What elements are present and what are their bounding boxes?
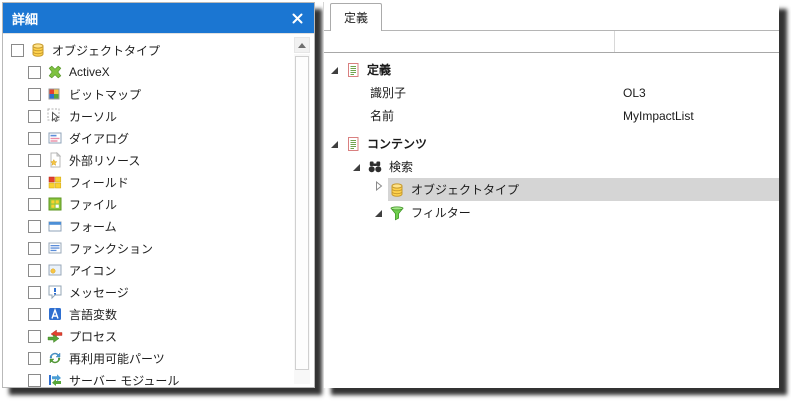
cursor-icon bbox=[47, 108, 63, 124]
list-item[interactable]: サーバー モジュール bbox=[3, 369, 290, 387]
language-variable-icon bbox=[47, 306, 63, 322]
document-icon bbox=[345, 62, 361, 78]
dialog-icon bbox=[47, 130, 63, 146]
expanded-arrow-icon[interactable] bbox=[331, 67, 338, 74]
message-icon bbox=[47, 284, 63, 300]
checkbox[interactable] bbox=[28, 307, 41, 321]
checkbox[interactable] bbox=[28, 285, 41, 299]
expanded-arrow-icon[interactable] bbox=[353, 164, 360, 171]
checkbox[interactable] bbox=[28, 263, 41, 277]
bitmap-icon bbox=[47, 86, 63, 102]
scrollbar-track[interactable] bbox=[294, 54, 310, 384]
list-item[interactable]: フォーム bbox=[3, 215, 290, 237]
file-icon bbox=[47, 196, 63, 212]
definition-panel: 定義 定義 識別子 OL3 名前 MyImpactList コンテンツ 検索 オ… bbox=[323, 2, 779, 388]
scroll-up-button[interactable] bbox=[294, 37, 310, 53]
checkbox[interactable] bbox=[28, 131, 41, 145]
list-item[interactable]: ファンクション bbox=[3, 237, 290, 259]
list-item[interactable]: アイコン bbox=[3, 259, 290, 281]
property-row[interactable]: 識別子 OL3 bbox=[324, 81, 779, 104]
details-panel-title: 詳細 bbox=[12, 11, 39, 27]
list-item[interactable]: カーソル bbox=[3, 105, 290, 127]
function-icon bbox=[47, 240, 63, 256]
list-item[interactable]: プロセス bbox=[3, 325, 290, 347]
details-panel: 詳細 オブジェクトタイプ ActiveX ビットマップ カーソル ダイアログ 外… bbox=[2, 2, 315, 388]
checkbox[interactable] bbox=[28, 329, 41, 343]
object-type-list: オブジェクトタイプ ActiveX ビットマップ カーソル ダイアログ 外部リソ… bbox=[3, 33, 314, 387]
list-item[interactable]: 言語変数 bbox=[3, 303, 290, 325]
list-item[interactable]: 外部リソース bbox=[3, 149, 290, 171]
list-item[interactable]: ダイアログ bbox=[3, 127, 290, 149]
grid-header-name-column bbox=[324, 31, 615, 52]
list-item[interactable]: フィールド bbox=[3, 171, 290, 193]
list-item[interactable]: ActiveX bbox=[3, 61, 290, 83]
list-item[interactable]: オブジェクトタイプ bbox=[3, 39, 290, 61]
expanded-arrow-icon[interactable] bbox=[331, 141, 338, 148]
grid-header bbox=[324, 31, 779, 53]
checkbox[interactable] bbox=[28, 241, 41, 255]
checkbox[interactable] bbox=[28, 351, 41, 365]
form-icon bbox=[47, 218, 63, 234]
activex-icon bbox=[47, 64, 63, 80]
database-icon bbox=[30, 42, 46, 58]
checkbox[interactable] bbox=[28, 153, 41, 167]
funnel-icon bbox=[389, 205, 405, 221]
checkbox[interactable] bbox=[28, 373, 41, 387]
tab-definition-label: 定義 bbox=[344, 11, 369, 25]
expanded-arrow-icon[interactable] bbox=[375, 210, 382, 217]
database-icon bbox=[389, 182, 405, 198]
reusable-part-icon bbox=[47, 350, 63, 366]
list-item[interactable]: メッセージ bbox=[3, 281, 290, 303]
tabstrip: 定義 bbox=[324, 2, 779, 31]
external-resource-icon bbox=[47, 152, 63, 168]
tree-row[interactable]: フィルター bbox=[324, 201, 779, 224]
close-icon[interactable] bbox=[289, 10, 305, 26]
property-row[interactable]: 名前 MyImpactList bbox=[324, 104, 779, 127]
collapsed-arrow-icon[interactable] bbox=[375, 180, 383, 194]
binoculars-icon bbox=[367, 159, 383, 175]
property-value[interactable]: MyImpactList bbox=[623, 104, 694, 127]
checkbox[interactable] bbox=[11, 43, 24, 57]
object-type-list-items: オブジェクトタイプ ActiveX ビットマップ カーソル ダイアログ 外部リソ… bbox=[3, 39, 290, 387]
tree-row[interactable]: 定義 bbox=[324, 58, 779, 81]
field-icon bbox=[47, 174, 63, 190]
process-icon bbox=[47, 328, 63, 344]
list-item[interactable]: 再利用可能パーツ bbox=[3, 347, 290, 369]
picture-icon bbox=[47, 262, 63, 278]
definition-tree: 定義 識別子 OL3 名前 MyImpactList コンテンツ 検索 オブジェ… bbox=[324, 53, 779, 388]
tree-row[interactable]: コンテンツ bbox=[324, 132, 779, 155]
workspace: 詳細 オブジェクトタイプ ActiveX ビットマップ カーソル ダイアログ 外… bbox=[0, 0, 791, 403]
checkbox[interactable] bbox=[28, 175, 41, 189]
tree-row[interactable]: オブジェクトタイプ bbox=[324, 178, 779, 201]
scrollbar-thumb[interactable] bbox=[295, 56, 309, 370]
tab-definition[interactable]: 定義 bbox=[330, 3, 383, 31]
document-icon bbox=[345, 136, 361, 152]
grid-header-value-column bbox=[615, 31, 779, 52]
checkbox[interactable] bbox=[28, 87, 41, 101]
checkbox[interactable] bbox=[28, 197, 41, 211]
server-module-icon bbox=[47, 372, 63, 387]
checkbox[interactable] bbox=[28, 219, 41, 233]
list-item[interactable]: ファイル bbox=[3, 193, 290, 215]
tree-row[interactable]: 検索 bbox=[324, 155, 779, 178]
details-titlebar: 詳細 bbox=[3, 3, 314, 33]
up-arrow-icon bbox=[298, 42, 306, 48]
vertical-scrollbar[interactable] bbox=[294, 37, 310, 384]
list-item[interactable]: ビットマップ bbox=[3, 83, 290, 105]
checkbox[interactable] bbox=[28, 109, 41, 123]
checkbox[interactable] bbox=[28, 65, 41, 79]
property-value[interactable]: OL3 bbox=[623, 81, 646, 104]
